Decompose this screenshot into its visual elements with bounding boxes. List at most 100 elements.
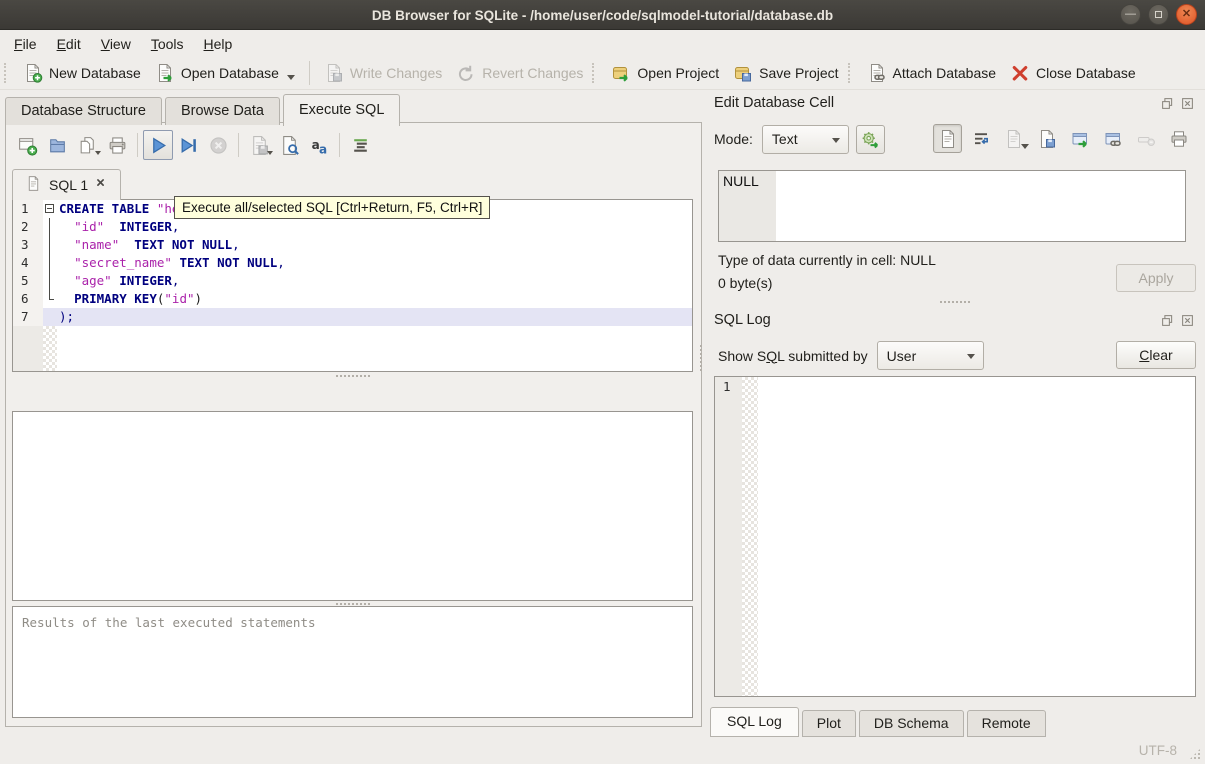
import-data-button[interactable] [999,124,1029,153]
print-button[interactable] [102,130,132,160]
menu-item-tools[interactable]: Tools [141,33,194,55]
link-data-button[interactable] [1098,124,1127,153]
line-number: 6 [13,290,43,308]
save-results-button[interactable] [244,130,274,160]
sql-tab-label: SQL 1 [49,177,89,193]
fold-collapse-icon[interactable] [45,204,54,213]
log-fold-margin [742,377,758,696]
print-cell-button[interactable] [1164,124,1193,153]
submitter-select[interactable]: User [876,341,984,370]
mode-select[interactable]: Text [761,124,849,154]
sql-log-area[interactable]: 1 [714,376,1196,697]
results-message-pane[interactable]: Results of the last executed statements [12,606,693,718]
sql-editor[interactable]: 1CREATE TABLE "hero" (2 "id" INTEGER,3 "… [12,199,693,372]
autocomplete-button[interactable]: aa [304,130,334,160]
fold-margin[interactable] [43,200,57,218]
revert-changes-button[interactable]: Revert Changes [449,59,590,87]
minimize-button[interactable]: — [1120,4,1141,25]
dock-tab-db-schema[interactable]: DB Schema [858,710,964,737]
execute-tooltip: Execute all/selected SQL [Ctrl+Return, F… [174,196,491,219]
save-project-icon [735,66,752,81]
right-dock: Edit Database Cell Mode: Text NULL Type … [705,90,1205,737]
toolbar-button-label: Close Database [1036,64,1136,81]
sql-doc-icon [25,175,42,195]
close-icon [1182,315,1193,326]
window-title: DB Browser for SQLite - /home/user/code/… [371,7,834,23]
auto-mode-icon [862,131,878,148]
attach-database-icon [870,63,885,82]
toolbar-button-label: New Database [49,64,141,81]
cell-value-editor[interactable]: NULL [718,170,1186,242]
maximize-button[interactable] [1148,4,1169,25]
find-replace-button[interactable] [274,130,304,160]
title-bar: DB Browser for SQLite - /home/user/code/… [0,0,1205,30]
close-icon[interactable] [1180,313,1195,332]
code-text: "age" INTEGER, [74,273,180,288]
open-sql-file-tab-button[interactable] [72,130,102,160]
stop-button[interactable] [203,130,233,160]
format-sql-button[interactable] [345,130,375,160]
fold-margin [43,290,57,308]
cell-type-text: Type of data currently in cell: NULL [718,252,936,268]
editor-line: 5 "age" INTEGER, [13,272,692,290]
dock-tab-plot[interactable]: Plot [801,710,856,737]
toolbar-grip [4,62,12,83]
fold-margin [43,236,57,254]
clear-button[interactable]: Clear [1116,341,1196,369]
float-icon [1162,98,1173,109]
results-grid-pane[interactable] [12,411,693,601]
open-project-button[interactable]: Open Project [604,59,726,87]
new-sql-tab-button[interactable] [12,130,42,160]
chevron-down-icon [831,137,840,143]
menu-item-help[interactable]: Help [194,33,243,55]
close-tab-icon[interactable] [95,177,108,193]
auto-mode-icon[interactable] [855,124,885,154]
open-sql-file-button[interactable] [42,130,72,160]
execute-all-button[interactable] [143,130,173,160]
left-panel: Database Structure Browse Data Execute SQL… [0,90,705,737]
sql-log-header: SQL Log [714,312,1195,332]
toolbar-separator [308,60,310,85]
menu-item-file[interactable]: File [4,33,47,55]
float-icon[interactable] [1160,313,1175,332]
float-icon[interactable] [1160,96,1175,115]
app-window: DB Browser for SQLite - /home/user/code/… [0,0,1205,764]
chevron-down-icon [267,151,273,155]
editor-line: 2 "id" INTEGER, [13,218,692,236]
main-tab-bar: Database Structure Browse Data Execute SQL [5,93,403,126]
save-data-button[interactable] [1032,124,1061,153]
attach-database-button[interactable]: Attach Database [860,59,1004,87]
close-database-button[interactable]: Close Database [1003,59,1143,87]
apply-button[interactable]: Apply [1116,264,1196,292]
export-data-button[interactable] [1065,124,1094,153]
fold-margin [43,218,57,236]
dock-splitter[interactable] [705,301,1205,303]
word-wrap-button[interactable] [966,124,995,153]
encoding-indicator[interactable]: UTF-8 [1139,743,1177,758]
code-text: ); [57,308,692,326]
execute-all-icon [152,137,166,153]
tab-database-structure[interactable]: Database Structure [5,97,162,125]
resize-grip[interactable] [1189,748,1201,760]
tab-execute-sql[interactable]: Execute SQL [282,94,401,126]
open-project-icon [613,66,629,82]
text-mode-button[interactable] [933,124,962,153]
open-database-button[interactable]: Open Database [148,59,302,87]
fold-margin [43,254,57,272]
write-changes-button[interactable]: Write Changes [317,59,449,87]
menu-item-view[interactable]: View [91,33,141,55]
fold-margin [43,272,57,290]
menu-item-edit[interactable]: Edit [47,33,91,55]
save-project-button[interactable]: Save Project [726,59,845,87]
execute-line-button[interactable] [173,130,203,160]
dock-tab-sql-log[interactable]: SQL Log [710,707,799,737]
close-icon[interactable] [1180,96,1195,115]
chevron-down-icon [95,151,101,155]
splitter-editor-grid[interactable] [12,373,693,379]
new-database-button[interactable]: New Database [16,59,148,87]
tab-browse-data[interactable]: Browse Data [164,97,280,125]
close-button[interactable]: ✕ [1176,4,1197,25]
dock-tab-remote[interactable]: Remote [966,710,1046,737]
sql-file-tab[interactable]: SQL 1 [12,169,122,200]
set-null-button[interactable] [1131,124,1160,153]
